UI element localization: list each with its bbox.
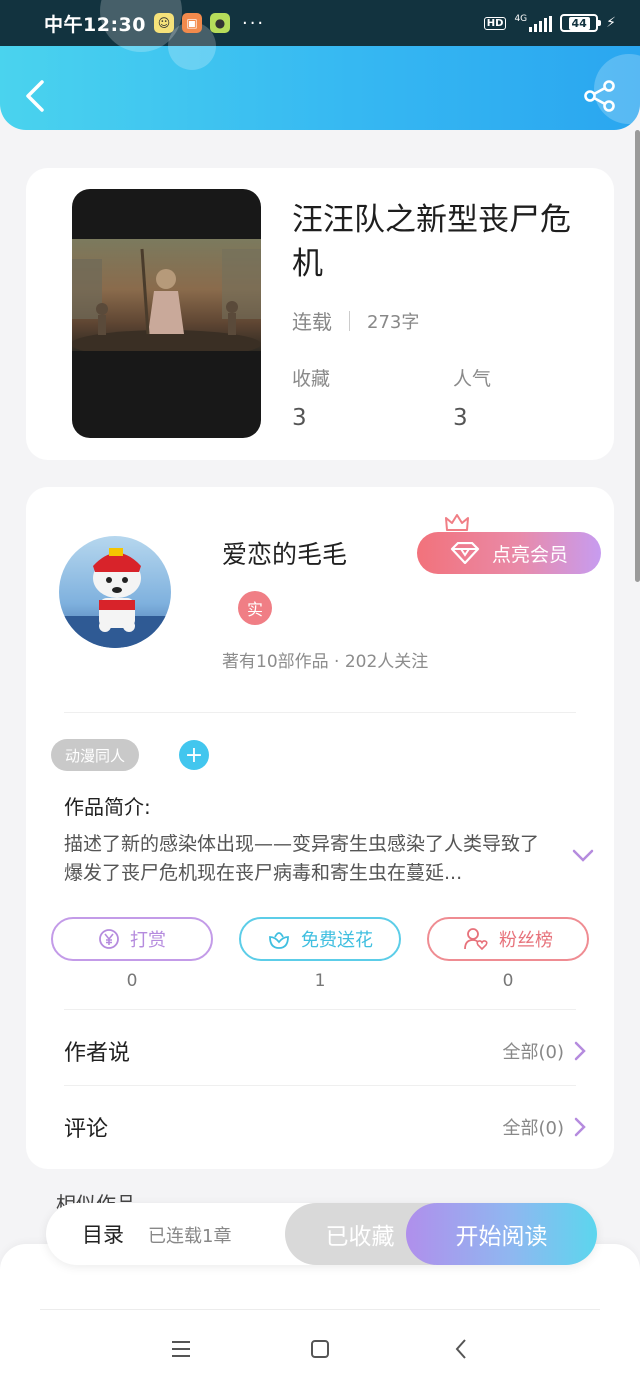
notification-app-icon: ▣: [181, 13, 202, 33]
author-card: 爱恋的毛毛 实 著有10部作品 · 202人关注 点亮会员 动漫同人 + 作品简…: [26, 487, 614, 1169]
intro-text[interactable]: 描述了新的感染体出现——变异寄生虫感染了人类导致了爆发了丧尸危机现在丧尸病毒和寄…: [64, 830, 554, 888]
reward-label: 打赏: [130, 930, 166, 951]
author-says-more[interactable]: 全部(0): [503, 1038, 587, 1064]
network-type: 4G: [514, 13, 528, 24]
notification-app-icon: ●: [209, 13, 230, 33]
toc-button[interactable]: 目录: [82, 1219, 124, 1249]
word-count: 273字: [367, 311, 420, 333]
back-nav-icon[interactable]: [446, 1334, 476, 1364]
vip-button[interactable]: 点亮会员: [417, 532, 601, 574]
intro-label: 作品简介:: [64, 795, 151, 819]
comments-count: 全部(0): [502, 1118, 565, 1139]
author-name[interactable]: 爱恋的毛毛: [222, 535, 347, 571]
book-meta: 连载 273字: [292, 306, 419, 335]
crown-icon: [445, 514, 469, 531]
book-info-card: 汪汪队之新型丧尸危机 连载 273字 收藏 3 人气 3: [26, 168, 614, 460]
status-time: 中午12:30: [44, 13, 146, 36]
comments-row[interactable]: 评论 全部(0): [64, 1102, 586, 1152]
vip-button-label: 点亮会员: [491, 543, 568, 566]
chevron-right-icon: [574, 1041, 586, 1061]
author-says-title: 作者说: [64, 1041, 131, 1066]
fans-ranking-button[interactable]: 粉丝榜: [427, 917, 589, 961]
book-title: 汪汪队之新型丧尸危机: [292, 202, 571, 282]
notification-app-icon: ☺: [153, 13, 174, 33]
reward-count: 0: [126, 971, 138, 991]
author-says-row[interactable]: 作者说 全部(0): [64, 1026, 586, 1076]
meta-divider: [349, 310, 350, 331]
divider: [40, 1309, 600, 1310]
popularity-value: 3: [453, 405, 468, 431]
user-heart-icon: [464, 928, 488, 951]
menu-icon[interactable]: [166, 1334, 196, 1364]
flower-count: 1: [314, 971, 326, 991]
genre-tag[interactable]: 动漫同人: [51, 739, 140, 771]
diamond-icon: [450, 542, 480, 564]
start-reading-button[interactable]: 开始阅读: [406, 1203, 597, 1265]
send-flower-button[interactable]: 免费送花: [239, 917, 401, 961]
author-says-count: 全部(0): [502, 1042, 565, 1063]
charging-icon: ⚡: [606, 15, 616, 31]
battery-icon: 44: [560, 14, 602, 32]
header: 中午12:30 ☺ ▣ ● ··· HD 4G 44 ⚡: [0, 0, 640, 130]
more-notifications-icon: ···: [241, 12, 266, 34]
chevron-down-icon[interactable]: [572, 849, 594, 863]
book-cover[interactable]: [72, 189, 261, 438]
divider: [64, 1085, 576, 1086]
book-status: 连载: [292, 310, 332, 334]
favorites-label: 收藏: [292, 368, 331, 390]
bottom-sheet: [0, 1244, 640, 1387]
fans-count: 0: [502, 971, 514, 991]
add-tag-button[interactable]: +: [179, 740, 209, 770]
hd-icon: HD: [483, 16, 507, 30]
yuan-icon: [99, 929, 119, 949]
back-arrow-icon[interactable]: [20, 76, 50, 116]
cell-signal-icon: 4G: [514, 13, 553, 32]
chevron-right-icon: [574, 1117, 586, 1137]
fans-ranking-label: 粉丝榜: [499, 930, 553, 951]
popularity-stat: 人气 3: [453, 364, 491, 431]
battery-level: 44: [568, 16, 590, 30]
send-flower-label: 免费送花: [301, 930, 373, 951]
scrollbar[interactable]: [634, 130, 640, 590]
real-name-badge: 实: [238, 591, 272, 625]
favorites-stat: 收藏 3: [292, 364, 330, 431]
comments-more[interactable]: 全部(0): [503, 1114, 587, 1140]
reward-button[interactable]: 打赏: [51, 917, 213, 961]
divider: [64, 1009, 576, 1010]
author-stats: 著有10部作品 · 202人关注: [222, 652, 429, 672]
bottom-action-bar: 目录 已连载1章 已收藏 开始阅读: [46, 1203, 597, 1265]
avatar[interactable]: [59, 536, 171, 648]
status-bar: 中午12:30 ☺ ▣ ● ··· HD 4G 44 ⚡: [0, 0, 640, 46]
comments-title: 评论: [64, 1117, 109, 1142]
serial-chapters: 已连载1章: [148, 1226, 232, 1247]
favorites-value: 3: [292, 405, 307, 431]
cover-image: [72, 239, 261, 358]
popularity-label: 人气: [453, 368, 492, 390]
divider: [64, 712, 576, 713]
flower-icon: [269, 932, 289, 949]
home-icon[interactable]: [305, 1334, 335, 1364]
share-icon[interactable]: [582, 78, 618, 114]
